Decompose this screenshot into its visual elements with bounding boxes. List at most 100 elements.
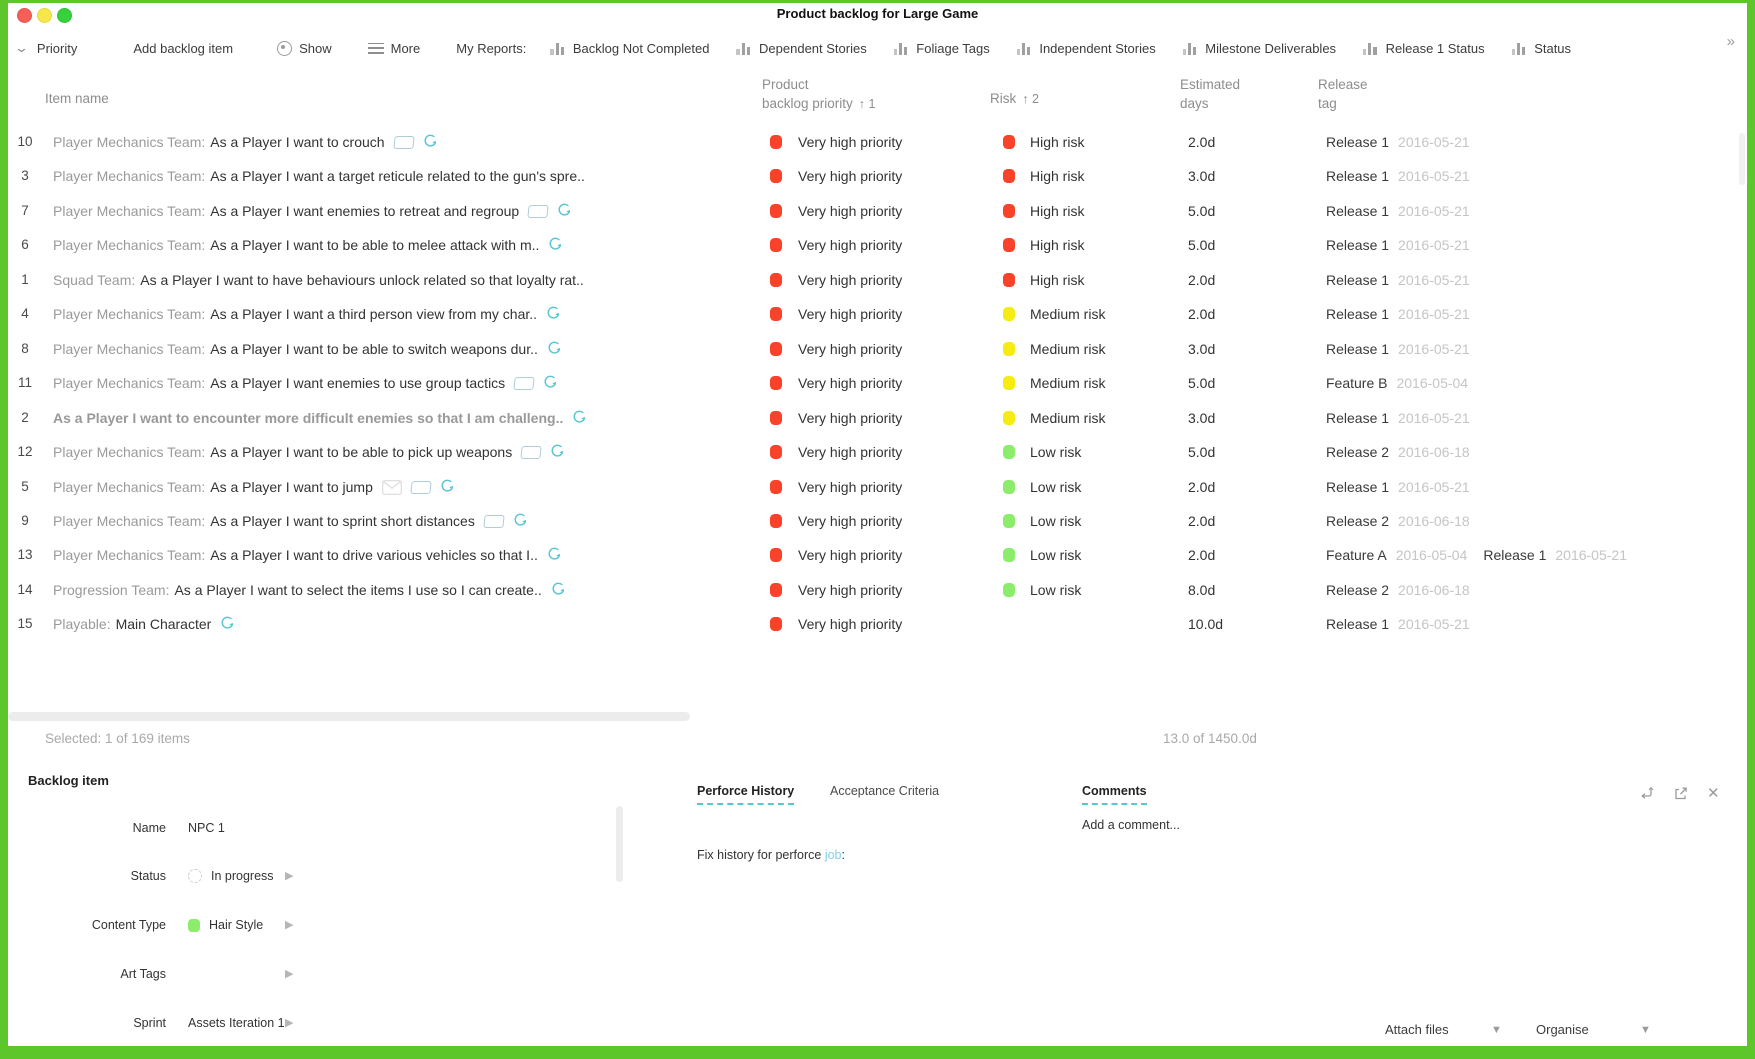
toolbar-overflow-chevron[interactable]: » (1727, 33, 1733, 50)
organise-button[interactable]: Organise (1536, 1022, 1589, 1037)
field-value[interactable]: In progress (188, 866, 274, 886)
chevron-right-icon[interactable]: ▶ (285, 915, 293, 935)
table-row[interactable]: 9Player Mechanics Team:As a Player I wan… (8, 504, 1747, 538)
row-item-name[interactable]: Player Mechanics Team:As a Player I want… (53, 366, 653, 400)
show-eye-icon (277, 41, 292, 56)
horizontal-scrollbar[interactable] (8, 712, 690, 721)
chevron-right-icon[interactable]: ▶ (285, 866, 293, 886)
close-panel-icon[interactable]: ✕ (1707, 786, 1720, 801)
row-item-name[interactable]: Player Mechanics Team:As a Player I want… (53, 297, 653, 331)
dock-panel-icon[interactable] (1638, 786, 1655, 801)
risk-label: Low risk (1030, 470, 1081, 504)
column-header-priority[interactable]: Product backlog priority↑ 1 (762, 75, 875, 114)
table-row[interactable]: 1Squad Team:As a Player I want to have b… (8, 263, 1747, 297)
column-header-estimated-days[interactable]: Estimated days (1180, 75, 1240, 113)
tab-comments[interactable]: Comments (1082, 784, 1147, 805)
attach-files-chevron-icon[interactable]: ▼ (1491, 1024, 1502, 1036)
field-label: Art Tags (26, 964, 166, 984)
row-item-name[interactable]: Player Mechanics Team:As a Player I want… (53, 159, 653, 193)
column-header-risk[interactable]: Risk↑ 2 (990, 89, 1039, 109)
chevron-right-icon[interactable]: ▶ (285, 964, 293, 984)
priority-color-square (770, 342, 782, 356)
release-tags: Release 12016-05-21 (1326, 263, 1470, 297)
perforce-job-link[interactable]: job (825, 848, 842, 862)
table-row[interactable]: 3Player Mechanics Team:As a Player I wan… (8, 159, 1747, 193)
detail-vertical-scrollbar[interactable] (616, 806, 623, 882)
priority-label: Very high priority (798, 435, 902, 469)
row-item-name[interactable]: Player Mechanics Team:As a Player I want… (53, 194, 653, 228)
estimated-days: 10.0d (1188, 607, 1223, 641)
row-item-name[interactable]: Player Mechanics Team:As a Player I want… (53, 470, 653, 504)
table-row[interactable]: 13Player Mechanics Team:As a Player I wa… (8, 538, 1747, 572)
toolbar-reports: Backlog Not Completed Dependent Stories Fo… (550, 41, 1598, 56)
attach-files-button[interactable]: Attach files (1385, 1022, 1449, 1037)
organise-chevron-icon[interactable]: ▼ (1640, 1024, 1651, 1036)
field-value[interactable]: Assets Iteration 1 (188, 1013, 285, 1033)
report-button[interactable]: Backlog Not Completed (550, 41, 709, 56)
table-row[interactable]: 5Player Mechanics Team:As a Player I wan… (8, 470, 1747, 504)
row-item-name[interactable]: Player Mechanics Team:As a Player I want… (53, 435, 653, 469)
sync-arrow-icon (423, 134, 437, 150)
risk-label: Low risk (1030, 435, 1081, 469)
table-row[interactable]: 2As a Player I want to encounter more di… (8, 401, 1747, 435)
row-item-name[interactable]: Playable:Main Character (53, 607, 653, 641)
more-button[interactable]: More (368, 41, 421, 56)
priority-dropdown[interactable]: ⌄ Priority (16, 40, 77, 56)
field-label: Name (26, 818, 166, 838)
row-team-prefix: Player Mechanics Team: (53, 297, 205, 331)
table-row[interactable]: 14Progression Team:As a Player I want to… (8, 573, 1747, 607)
table-row[interactable]: 7Player Mechanics Team:As a Player I wan… (8, 194, 1747, 228)
field-value-text: Assets Iteration 1 (188, 1013, 285, 1033)
priority-label: Very high priority (798, 263, 902, 297)
table-row[interactable]: 10Player Mechanics Team:As a Player I wa… (8, 125, 1747, 159)
estimated-days: 2.0d (1188, 504, 1215, 538)
table-row[interactable]: 11Player Mechanics Team:As a Player I wa… (8, 366, 1747, 400)
field-value[interactable]: NPC 1 (188, 818, 225, 838)
show-button[interactable]: Show (277, 41, 332, 56)
row-item-name[interactable]: Player Mechanics Team:As a Player I want… (53, 504, 653, 538)
sync-arrow-icon (547, 547, 561, 563)
row-item-name[interactable]: Progression Team:As a Player I want to s… (53, 573, 653, 607)
column-header-release-tag[interactable]: Release tag (1318, 75, 1368, 113)
report-button[interactable]: Independent Stories (1017, 41, 1156, 56)
report-button[interactable]: Milestone Deliverables (1183, 41, 1336, 56)
row-item-name[interactable]: Player Mechanics Team:As a Player I want… (53, 228, 653, 262)
table-row[interactable]: 12Player Mechanics Team:As a Player I wa… (8, 435, 1747, 469)
risk-color-square (1003, 238, 1015, 252)
priority-color-square (770, 583, 782, 597)
row-item-text: As a Player I want to be able to pick up… (210, 435, 512, 469)
field-value[interactable]: Hair Style (188, 915, 263, 935)
row-item-text: As a Player I want a target reticule rel… (210, 159, 585, 193)
table-vertical-scrollbar[interactable] (1739, 133, 1745, 185)
row-item-name[interactable]: Player Mechanics Team:As a Player I want… (53, 125, 653, 159)
report-button[interactable]: Dependent Stories (736, 41, 866, 56)
table-row[interactable]: 6Player Mechanics Team:As a Player I wan… (8, 228, 1747, 262)
add-backlog-item-button[interactable]: Add backlog item (133, 41, 233, 56)
tab-acceptance-criteria[interactable]: Acceptance Criteria (830, 784, 939, 798)
table-row[interactable]: 8Player Mechanics Team:As a Player I wan… (8, 332, 1747, 366)
row-item-name[interactable]: Player Mechanics Team:As a Player I want… (53, 538, 653, 572)
table-row[interactable]: 15Playable:Main CharacterVery high prior… (8, 607, 1747, 641)
risk-color-square (1003, 445, 1015, 459)
column-header-item-name[interactable]: Item name (45, 89, 109, 108)
priority-dropdown-label: Priority (37, 41, 77, 56)
release-tags: Release 12016-05-21 (1326, 125, 1470, 159)
add-comment-input[interactable]: Add a comment... (1082, 818, 1180, 832)
report-button-label: Status (1534, 41, 1571, 56)
table-row[interactable]: 4Player Mechanics Team:As a Player I wan… (8, 297, 1747, 331)
field-label: Sprint (26, 1013, 166, 1033)
row-item-name[interactable]: Squad Team:As a Player I want to have be… (53, 263, 653, 297)
row-item-name[interactable]: As a Player I want to encounter more dif… (53, 401, 653, 435)
bar-chart-icon (1017, 42, 1033, 55)
tab-perforce-history[interactable]: Perforce History (697, 784, 794, 805)
priority-color-square (770, 307, 782, 321)
report-button[interactable]: Foliage Tags (894, 41, 990, 56)
row-item-name[interactable]: Player Mechanics Team:As a Player I want… (53, 332, 653, 366)
open-in-window-icon[interactable] (1673, 786, 1689, 801)
field-label: Content Type (26, 915, 166, 935)
report-button[interactable]: Status (1512, 41, 1571, 56)
release-tag: Feature B2016-05-04 (1326, 375, 1468, 391)
row-item-text: As a Player I want to select the items I… (174, 573, 541, 607)
chevron-right-icon[interactable]: ▶ (285, 1013, 293, 1033)
report-button[interactable]: Release 1 Status (1363, 41, 1485, 56)
